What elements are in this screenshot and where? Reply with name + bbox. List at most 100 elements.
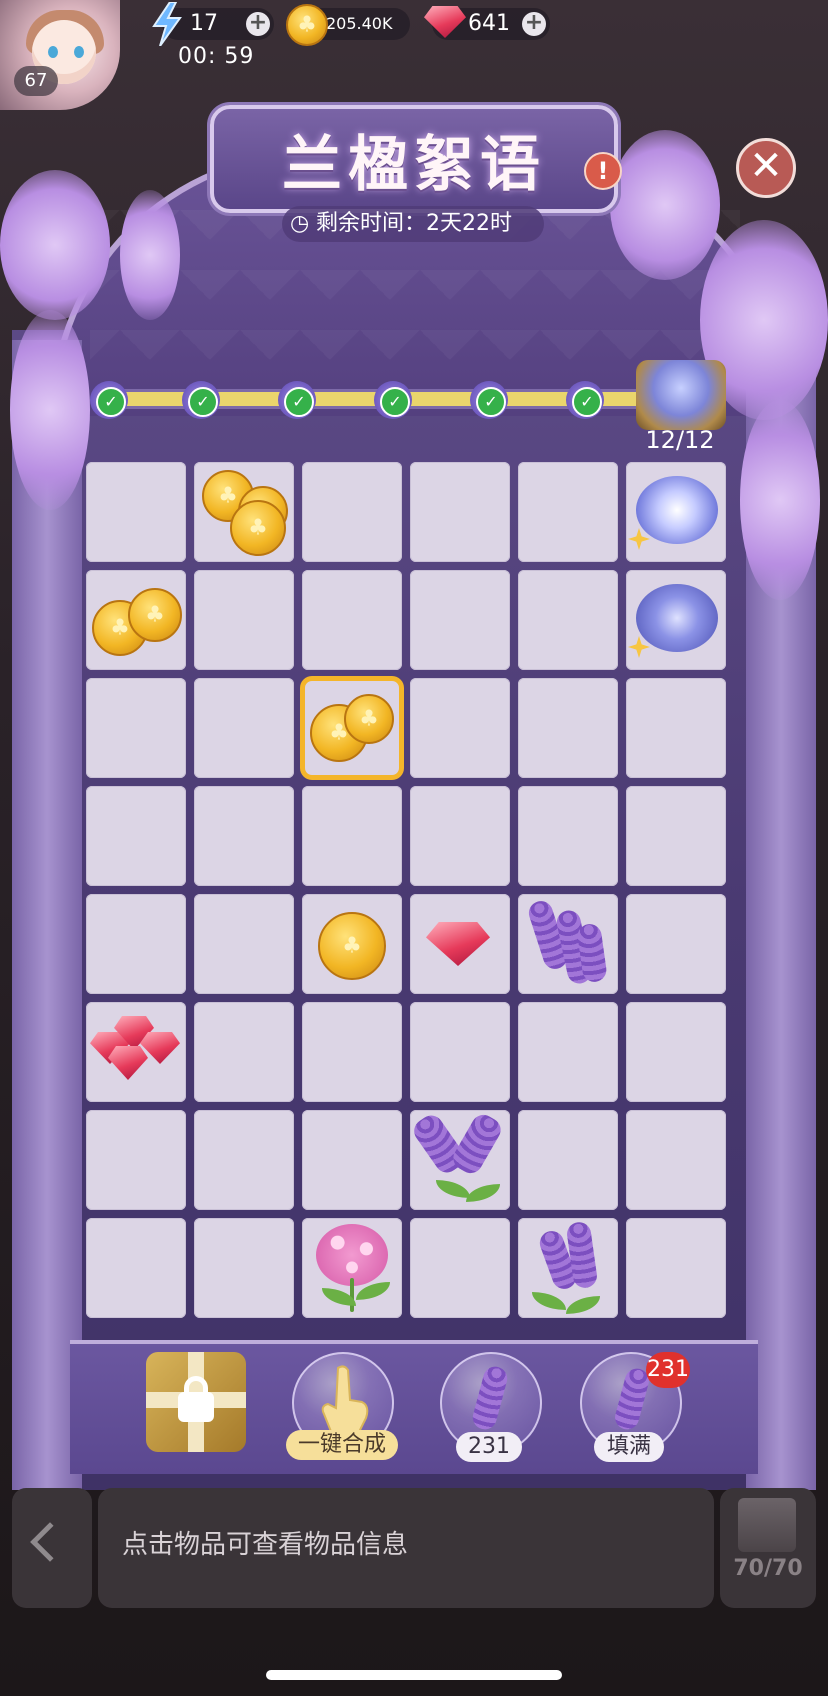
board-cell[interactable] [194, 1110, 294, 1210]
check-icon: ✓ [572, 387, 602, 417]
auto-merge-label: 一键合成 [286, 1430, 398, 1460]
event-title: 兰楹絮语 [282, 130, 546, 200]
board-cell[interactable] [302, 570, 402, 670]
board-cell[interactable] [626, 678, 726, 778]
lotus-flower-item [636, 476, 718, 544]
gems-value: 641 [468, 11, 510, 36]
board-cell[interactable] [518, 894, 618, 994]
storage-count: 70/70 [733, 1556, 803, 1581]
board-cell[interactable] [194, 570, 294, 670]
event-info-button[interactable]: ! [584, 152, 622, 190]
tap-hand-icon [321, 1365, 369, 1435]
event-progress-count: 12/12 [645, 426, 715, 454]
hydrangea-item [316, 1224, 388, 1286]
coins-value: 205.40K [326, 14, 393, 33]
board-cell[interactable] [410, 894, 510, 994]
coin-icon [286, 4, 328, 46]
board-cell[interactable] [86, 462, 186, 562]
board-cell[interactable] [626, 570, 726, 670]
energy-plus-button[interactable]: + [246, 12, 270, 36]
milestone-6[interactable]: ✓ [566, 381, 604, 419]
board-cell[interactable] [626, 1110, 726, 1210]
leaf-icon [566, 1296, 600, 1314]
fill-label: 填满 [594, 1432, 664, 1462]
lightning-icon [152, 2, 182, 46]
stem-icon [350, 1278, 354, 1312]
board-cell[interactable] [518, 786, 618, 886]
home-indicator [266, 1670, 562, 1680]
milestone-5[interactable]: ✓ [470, 381, 508, 419]
ruby-gem-item [426, 922, 490, 966]
board-cell[interactable] [302, 1218, 402, 1318]
board-cell[interactable] [302, 786, 402, 886]
leaf-icon [436, 1180, 470, 1198]
board-cell[interactable] [518, 570, 618, 670]
board-cell[interactable] [302, 894, 402, 994]
board-cell[interactable] [194, 894, 294, 994]
lavender-icon [470, 1363, 510, 1433]
energy-value: 17 [190, 11, 218, 36]
board-cell[interactable] [410, 786, 510, 886]
board-cell[interactable] [194, 462, 294, 562]
board-cell[interactable] [194, 1002, 294, 1102]
board-cell[interactable] [302, 462, 402, 562]
board-cell[interactable] [410, 570, 510, 670]
energy-timer: 00: 59 [178, 44, 255, 69]
board-cell[interactable] [409, 1110, 510, 1210]
check-icon: ✓ [284, 387, 314, 417]
milestone-2[interactable]: ✓ [182, 381, 220, 419]
board-cell[interactable] [302, 1002, 402, 1102]
storage-box-icon [738, 1498, 796, 1552]
board-cell[interactable] [86, 1002, 186, 1102]
board-cell[interactable] [518, 1002, 618, 1102]
board-cell[interactable] [86, 894, 186, 994]
leaf-icon [532, 1292, 566, 1310]
coin-item [318, 912, 386, 980]
board-cell[interactable] [302, 1110, 402, 1210]
wisteria-decoration-left [10, 310, 90, 510]
lock-icon-body [178, 1392, 214, 1422]
check-icon: ✓ [380, 387, 410, 417]
board-cell[interactable] [626, 1218, 726, 1318]
player-avatar[interactable] [0, 0, 120, 110]
clock-icon: ◷ [290, 211, 310, 236]
board-cell[interactable] [410, 1218, 510, 1318]
final-reward-chest[interactable] [636, 360, 726, 430]
merge-board [86, 462, 738, 1322]
board-cell[interactable] [86, 1218, 186, 1318]
board-cell[interactable] [410, 1002, 510, 1102]
board-cell[interactable] [194, 678, 294, 778]
avatar-eye-left [48, 46, 58, 58]
board-cell[interactable] [194, 786, 294, 886]
board-cell[interactable] [86, 570, 186, 670]
board-cell[interactable] [626, 894, 726, 994]
board-cell[interactable] [410, 678, 510, 778]
milestone-3[interactable]: ✓ [278, 381, 316, 419]
board-cell[interactable] [626, 786, 726, 886]
board-cell[interactable] [518, 462, 618, 562]
gem-cluster-item [108, 1046, 148, 1080]
lavender-count: 231 [456, 1432, 522, 1462]
board-cell[interactable] [194, 1218, 294, 1318]
check-icon: ✓ [476, 387, 506, 417]
lotus-flower-item [636, 584, 718, 652]
selection-frame [300, 676, 404, 780]
board-cell[interactable] [626, 462, 726, 562]
event-remaining-time: 剩余时间：2天22时 [316, 211, 512, 236]
board-cell[interactable] [410, 462, 510, 562]
board-cell[interactable] [86, 678, 186, 778]
board-cell[interactable] [86, 1110, 186, 1210]
milestone-4[interactable]: ✓ [374, 381, 412, 419]
board-cell[interactable] [518, 1110, 618, 1210]
board-cell[interactable] [626, 1002, 726, 1102]
coin-stack-item [230, 500, 286, 556]
board-cell[interactable] [518, 678, 618, 778]
milestone-1[interactable]: ✓ [90, 381, 128, 419]
board-cell[interactable] [86, 786, 186, 886]
wisteria-decoration-left-top [0, 170, 110, 320]
gems-plus-button[interactable]: + [522, 12, 546, 36]
close-button[interactable]: ✕ [736, 138, 796, 198]
check-icon: ✓ [188, 387, 218, 417]
board-cell[interactable] [518, 1218, 618, 1318]
fill-count-badge: 231 [646, 1352, 690, 1388]
